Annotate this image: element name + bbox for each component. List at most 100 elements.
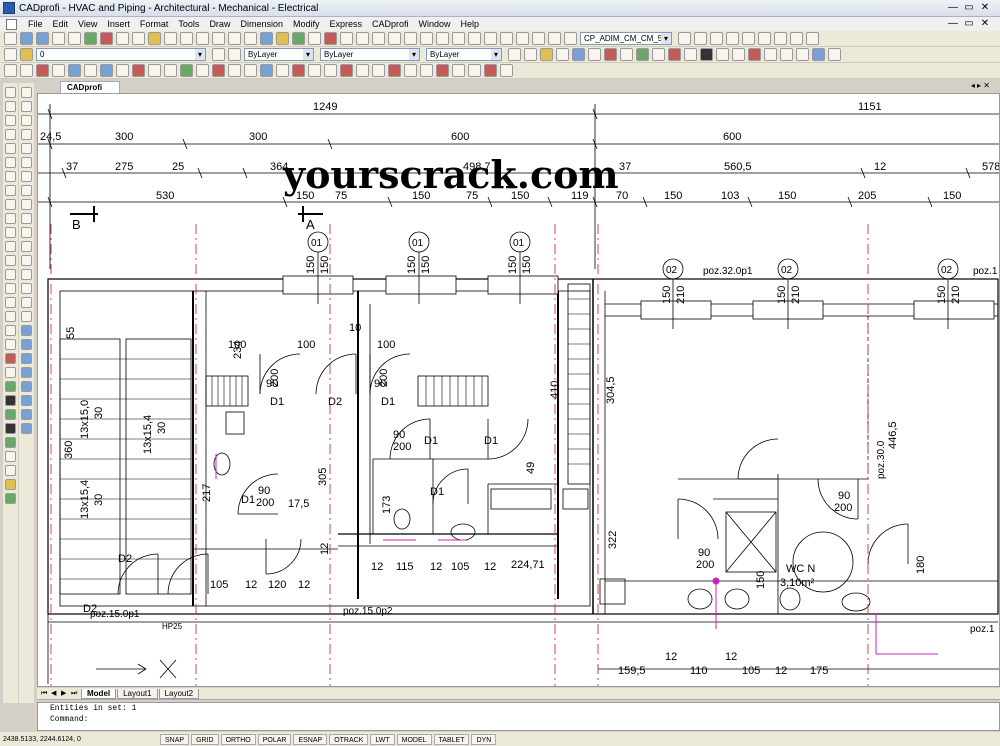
plotstyle-icon[interactable] <box>508 48 521 61</box>
make-block-icon[interactable] <box>5 255 16 266</box>
extend-icon[interactable] <box>21 227 32 238</box>
cp-left-2-icon[interactable] <box>21 339 32 350</box>
copy-icon[interactable] <box>116 32 129 45</box>
cp-block-icon[interactable] <box>84 64 97 77</box>
cp-cable-icon[interactable] <box>404 64 417 77</box>
next-layout-icon[interactable]: ▶ <box>61 690 68 698</box>
dim-aligned-icon[interactable] <box>388 32 401 45</box>
ellipse-icon[interactable] <box>5 213 16 224</box>
cp-count-icon[interactable] <box>452 64 465 77</box>
preview-icon[interactable] <box>68 32 81 45</box>
cp-boiler-icon[interactable] <box>292 64 305 77</box>
line-icon[interactable] <box>5 87 16 98</box>
command-line[interactable]: Entities in set: 1 Command: <box>37 702 1000 731</box>
doc-minimize-icon[interactable]: — <box>946 17 960 30</box>
cp-socket-icon[interactable] <box>356 64 369 77</box>
symbol-2-icon[interactable] <box>572 48 585 61</box>
linetype-select[interactable]: ByLayer <box>320 48 420 61</box>
dim-linear-icon[interactable] <box>372 32 385 45</box>
menu-format[interactable]: Format <box>135 19 174 29</box>
prev-layout-icon[interactable]: ◀ <box>51 690 58 698</box>
zoom-previous-icon[interactable] <box>244 32 257 45</box>
dyn-toggle[interactable]: DYN <box>471 733 497 745</box>
ortho-toggle[interactable]: ORTHO <box>220 733 256 745</box>
revcloud-icon[interactable] <box>5 185 16 196</box>
zoom-window-icon[interactable] <box>228 32 241 45</box>
color-select[interactable]: ByLayer <box>244 48 314 61</box>
quick-dim-icon[interactable] <box>484 32 497 45</box>
polygon-icon[interactable] <box>5 129 16 140</box>
symbol-10-icon[interactable] <box>700 48 713 61</box>
publish-icon[interactable] <box>84 32 97 45</box>
dim-jog-icon[interactable] <box>726 32 739 45</box>
cp-copy-icon[interactable] <box>20 64 33 77</box>
cp-spec-icon[interactable] <box>436 64 449 77</box>
dim-oblique-icon[interactable] <box>774 32 787 45</box>
fillet-icon[interactable] <box>21 297 32 308</box>
trim-icon[interactable] <box>21 213 32 224</box>
chamfer-icon[interactable] <box>21 283 32 294</box>
point-icon[interactable] <box>5 269 16 280</box>
symbol-16-icon[interactable] <box>796 48 809 61</box>
tab-model[interactable]: Model <box>81 688 117 699</box>
cp-left-3-icon[interactable] <box>21 353 32 364</box>
menu-cadprofi[interactable]: CADprofi <box>367 19 414 29</box>
copy-object-icon[interactable] <box>21 101 32 112</box>
menu-dimension[interactable]: Dimension <box>235 19 288 29</box>
dim-ordinate-icon[interactable] <box>420 32 433 45</box>
tool-a-icon[interactable] <box>5 353 16 364</box>
dim-angular-icon[interactable] <box>468 32 481 45</box>
last-layout-icon[interactable]: ⏭ <box>71 690 78 698</box>
cut-icon[interactable] <box>100 32 113 45</box>
cp-wc-icon[interactable] <box>324 64 337 77</box>
dim-radius-icon[interactable] <box>436 32 449 45</box>
doc-close-icon[interactable]: ✕ <box>978 17 992 30</box>
symbol-9-icon[interactable] <box>684 48 697 61</box>
symbol-7-icon[interactable] <box>652 48 665 61</box>
save-icon[interactable] <box>36 32 49 45</box>
cp-lamp-icon[interactable] <box>372 64 385 77</box>
tool-palettes-icon[interactable] <box>292 32 305 45</box>
insert-block-icon[interactable] <box>5 241 16 252</box>
dim-reassoc-icon[interactable] <box>806 32 819 45</box>
cp-left-8-icon[interactable] <box>21 423 32 434</box>
undo-icon[interactable] <box>164 32 177 45</box>
tab-layout1[interactable]: Layout1 <box>117 688 158 699</box>
mtext-icon[interactable] <box>5 339 16 350</box>
dim-override-icon[interactable] <box>758 32 771 45</box>
snap-toggle[interactable]: SNAP <box>160 733 190 745</box>
maximize-icon[interactable]: ▭ <box>962 1 976 14</box>
menu-modify[interactable]: Modify <box>288 19 325 29</box>
dim-space-icon[interactable] <box>694 32 707 45</box>
cp-switch-icon[interactable] <box>388 64 401 77</box>
dim-edit-icon[interactable] <box>564 32 577 45</box>
cp-door-icon[interactable] <box>164 64 177 77</box>
layer-manager-icon[interactable] <box>4 48 17 61</box>
dim-continue-icon[interactable] <box>516 32 529 45</box>
circle-icon[interactable] <box>5 171 16 182</box>
symbol-5-icon[interactable] <box>620 48 633 61</box>
cp-electric-icon[interactable] <box>340 64 353 77</box>
cp-sink-icon[interactable] <box>308 64 321 77</box>
quickcalc-icon[interactable] <box>340 32 353 45</box>
cp-label-icon[interactable] <box>420 64 433 77</box>
cp-settings-icon[interactable] <box>484 64 497 77</box>
dim-arc-icon[interactable] <box>404 32 417 45</box>
tool-k-icon[interactable] <box>5 493 16 504</box>
cp-stairs-icon[interactable] <box>196 64 209 77</box>
cp-arch-icon[interactable] <box>132 64 145 77</box>
dim-diameter-icon[interactable] <box>452 32 465 45</box>
menu-edit[interactable]: Edit <box>48 19 74 29</box>
rotate-icon[interactable] <box>21 171 32 182</box>
rectangle-icon[interactable] <box>5 143 16 154</box>
lineweight-select[interactable]: ByLayer <box>426 48 502 61</box>
menu-express[interactable]: Express <box>325 19 368 29</box>
ellipse-arc-icon[interactable] <box>5 227 16 238</box>
menu-insert[interactable]: Insert <box>102 19 135 29</box>
paste-icon[interactable] <box>132 32 145 45</box>
bulb-icon[interactable] <box>540 48 553 61</box>
symbol-18-icon[interactable] <box>828 48 841 61</box>
tab-layout2[interactable]: Layout2 <box>158 688 200 699</box>
table-icon[interactable] <box>5 325 16 336</box>
cp-left-6-icon[interactable] <box>21 395 32 406</box>
